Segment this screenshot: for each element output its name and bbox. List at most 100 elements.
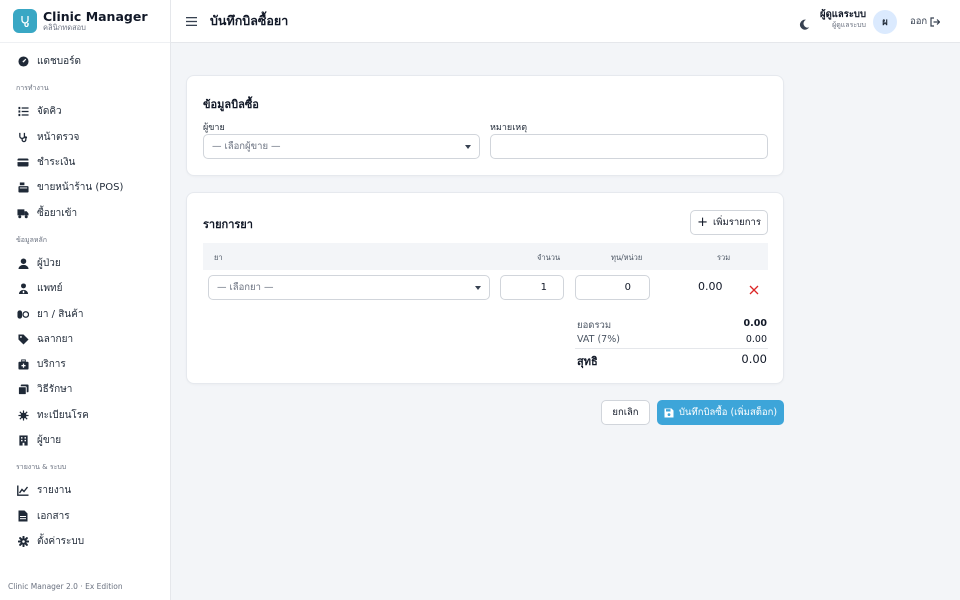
clinic-logo-icon <box>13 9 37 33</box>
column-header-cost: ทุน/หน่วย <box>611 253 643 262</box>
building-icon <box>17 435 29 447</box>
dashboard-icon <box>17 56 29 68</box>
note-label: หมายเหตุ <box>490 123 528 133</box>
sidebar-item-label: ชำระเงิน <box>37 157 76 169</box>
drug-select-placeholder: — เลือกยา — <box>217 282 274 293</box>
sidebar-item-doctors[interactable]: แพทย์ <box>0 276 170 301</box>
table-header: ยา จำนวน ทุน/หน่วย รวม <box>203 243 768 270</box>
sidebar-item-pos[interactable]: ขายหน้าร้าน (POS) <box>0 175 170 200</box>
logout-icon <box>930 16 941 27</box>
remove-row-icon[interactable] <box>749 280 761 295</box>
page-title: บันทึกบิลซื้อยา <box>210 13 289 28</box>
chevron-down-icon <box>475 286 481 290</box>
sidebar-item-treatments[interactable]: วิธีรักษา <box>0 377 170 402</box>
add-item-button[interactable]: + เพิ่มรายการ <box>690 210 768 235</box>
sidebar: Clinic Manager คลินิกทดสอบ แดชบอร์ด การท… <box>0 0 171 600</box>
layers-icon <box>17 384 29 396</box>
sidebar-item-label: ซื้อยาเข้า <box>37 207 78 219</box>
truck-icon <box>17 207 29 219</box>
sidebar-item-patients[interactable]: ผู้ป่วย <box>0 251 170 276</box>
sidebar-item-settings[interactable]: ตั้งค่าระบบ <box>0 529 170 554</box>
sidebar-item-purchase[interactable]: ซื้อยาเข้า <box>0 200 170 225</box>
brand[interactable]: Clinic Manager คลินิกทดสอบ <box>0 0 170 43</box>
vendor-select[interactable]: — เลือกผู้ขาย — <box>203 134 480 159</box>
document-icon <box>17 510 29 522</box>
sidebar-item-diseases[interactable]: ทะเบียนโรค <box>0 403 170 428</box>
sidebar-item-label: ยา / สินค้า <box>37 308 84 320</box>
sidebar-section-title: การทำงาน <box>16 84 49 93</box>
sidebar-item-reports[interactable]: รายงาน <box>0 478 170 503</box>
drug-select[interactable]: — เลือกยา — <box>208 275 490 300</box>
sidebar-item-label: เอกสาร <box>37 510 70 522</box>
sidebar-item-label: วิธีรักษา <box>37 384 73 396</box>
topbar: บันทึกบิลซื้อยา ผู้ดูแลระบบ ผู้ดูแลระบบ … <box>171 0 960 43</box>
sidebar-item-label: แดชบอร์ด <box>37 56 81 68</box>
sidebar-item-label: ตั้งค่าระบบ <box>37 535 85 547</box>
sidebar-item-label: ทะเบียนโรค <box>37 409 89 421</box>
sidebar-item-payment[interactable]: ชำระเงิน <box>0 150 170 175</box>
sidebar-item-label: ผู้ขาย <box>37 435 62 446</box>
sidebar-item-services[interactable]: บริการ <box>0 352 170 377</box>
quantity-input[interactable]: 1 <box>500 275 564 300</box>
logout-button[interactable]: ออก <box>910 14 941 29</box>
sidebar-item-label: รายงาน <box>37 485 72 497</box>
sidebar-footer: Clinic Manager 2.0 · Ex Edition <box>8 582 123 591</box>
sidebar-item-vendors[interactable]: ผู้ขาย <box>0 428 170 453</box>
sidebar-item-label: แพทย์ <box>37 283 63 295</box>
net-label: สุทธิ <box>577 355 598 368</box>
plus-icon: + <box>697 215 708 230</box>
summary-divider <box>575 348 768 349</box>
user-role: ผู้ดูแลระบบ <box>832 21 866 30</box>
gear-icon <box>17 535 29 547</box>
dark-mode-toggle-icon[interactable] <box>799 15 810 30</box>
sidebar-item-labels[interactable]: ฉลากยา <box>0 327 170 352</box>
sidebar-item-drugs[interactable]: ยา / สินค้า <box>0 301 170 326</box>
vat-label: VAT (7%) <box>577 334 620 345</box>
vendor-label: ผู้ขาย <box>203 123 225 133</box>
column-header-total: รวม <box>717 253 731 262</box>
sidebar-section-title: รายงาน & ระบบ <box>16 463 67 472</box>
brand-title: Clinic Manager <box>43 8 148 24</box>
subtotal-value: 0.00 <box>743 318 767 329</box>
sidebar-item-label: ฉลากยา <box>37 333 74 345</box>
doctor-icon <box>17 283 29 295</box>
unit-cost-input[interactable]: 0 <box>575 275 650 300</box>
user-name: ผู้ดูแลระบบ <box>820 9 866 20</box>
sidebar-item-label: หน้าตรวจ <box>37 131 80 143</box>
sidebar-item-label: บริการ <box>37 359 66 371</box>
save-purchase-button[interactable]: บันทึกบิลซื้อ (เพิ่มสต็อก) <box>657 400 784 425</box>
tag-icon <box>17 333 29 345</box>
cash-register-icon <box>17 182 29 194</box>
sidebar-item-label: จัดคิว <box>37 106 62 118</box>
items-card: รายการยา + เพิ่มรายการ ยา จำนวน ทุน/หน่ว… <box>186 192 784 384</box>
sidebar-item-documents[interactable]: เอกสาร <box>0 503 170 528</box>
sidebar-item-label: ผู้ป่วย <box>37 257 61 269</box>
avatar[interactable]: ผ <box>873 10 897 34</box>
bill-info-title: ข้อมูลบิลซื้อ <box>203 98 259 111</box>
credit-card-icon <box>17 157 29 169</box>
add-item-label: เพิ่มรายการ <box>712 217 761 228</box>
user-info: ผู้ดูแลระบบ ผู้ดูแลระบบ <box>819 9 866 31</box>
row-total: 0.00 <box>698 280 723 293</box>
sidebar-item-dashboard[interactable]: แดชบอร์ด <box>0 49 170 74</box>
save-purchase-label: บันทึกบิลซื้อ (เพิ่มสต็อก) <box>678 407 778 418</box>
save-icon <box>664 408 674 417</box>
medkit-icon <box>17 359 29 371</box>
cancel-button[interactable]: ยกเลิก <box>601 400 650 425</box>
sidebar-item-exam[interactable]: หน้าตรวจ <box>0 125 170 150</box>
note-input[interactable] <box>490 134 768 159</box>
net-value: 0.00 <box>741 352 767 366</box>
sidebar-nav: แดชบอร์ด การทำงาน จัดคิว หน้าตรวจ ชำระเง… <box>0 43 170 554</box>
list-ordered-icon <box>17 106 29 118</box>
chart-icon <box>17 485 29 497</box>
vendor-select-placeholder: — เลือกผู้ขาย — <box>212 141 281 152</box>
sidebar-item-queue[interactable]: จัดคิว <box>0 99 170 124</box>
virus-icon <box>17 409 29 421</box>
logout-label: ออก <box>910 16 928 27</box>
sidebar-section-title: ข้อมูลหลัก <box>16 235 48 244</box>
subtotal-label: ยอดรวม <box>577 320 612 331</box>
stethoscope-icon <box>17 131 29 143</box>
menu-toggle-icon[interactable] <box>186 15 198 27</box>
sidebar-item-label: ขายหน้าร้าน (POS) <box>37 182 124 194</box>
vat-value: 0.00 <box>745 334 767 345</box>
